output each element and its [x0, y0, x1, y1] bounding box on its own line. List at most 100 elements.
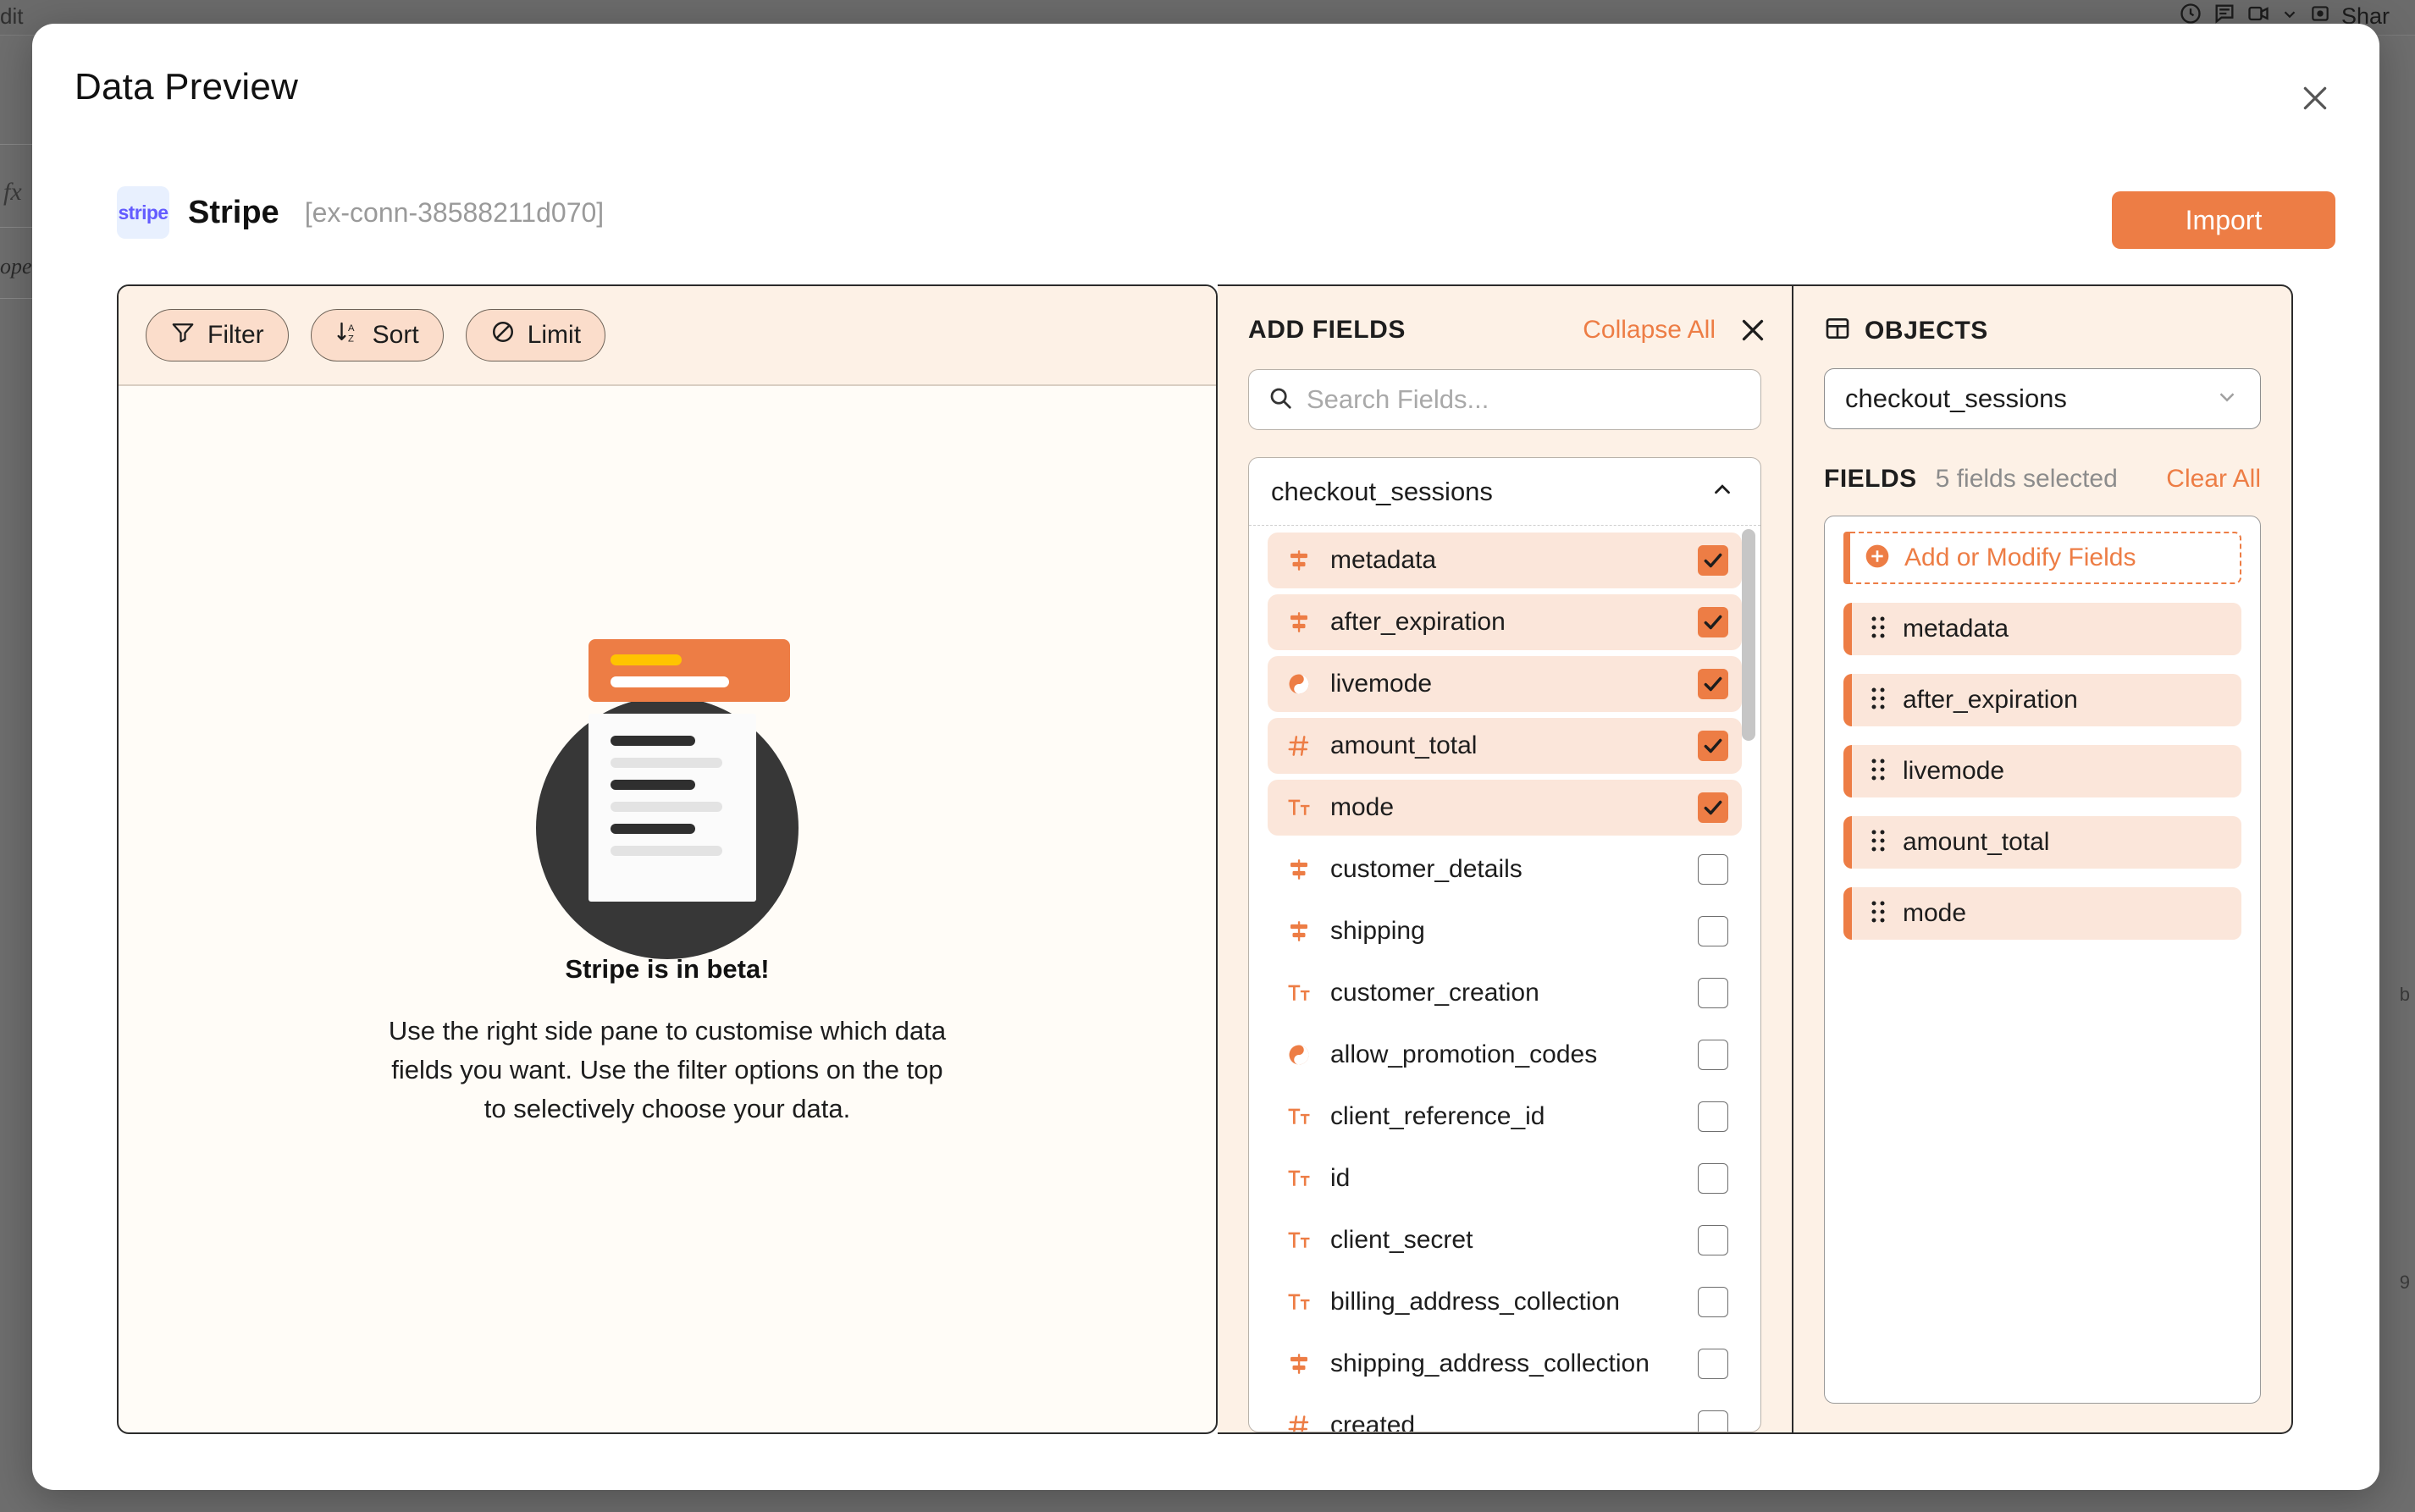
field-item-label: shipping	[1330, 917, 1425, 945]
import-button[interactable]: Import	[2112, 191, 2335, 249]
empty-state-illustration	[528, 639, 807, 960]
preview-pane: Filter A Z Sort Limit Stripe is in beta!…	[117, 284, 1218, 1434]
selected-field-chip[interactable]: after_expiration	[1843, 674, 2241, 726]
field-item-label: after_expiration	[1330, 608, 1506, 636]
selected-chip-list: metadata after_expiration livemode amount_t…	[1843, 603, 2241, 940]
add-or-modify-fields-button[interactable]: Add or Modify Fields	[1843, 532, 2241, 584]
field-item[interactable]: client_reference_id	[1268, 1089, 1742, 1145]
field-item[interactable]: shipping_address_collection	[1268, 1336, 1742, 1392]
field-item[interactable]: metadata	[1268, 533, 1742, 588]
field-item-label: customer_details	[1330, 855, 1522, 883]
field-checkbox[interactable]	[1698, 1410, 1728, 1432]
chevron-down-icon	[2214, 384, 2240, 414]
field-item[interactable]: livemode	[1268, 656, 1742, 712]
close-icon[interactable]	[1738, 315, 1768, 345]
field-checkbox[interactable]	[1698, 1287, 1728, 1317]
field-item-label: metadata	[1330, 546, 1437, 574]
field-checkbox[interactable]	[1698, 1163, 1728, 1194]
field-checkbox[interactable]	[1698, 978, 1728, 1008]
field-item[interactable]: amount_total	[1268, 718, 1742, 774]
field-checkbox[interactable]	[1698, 607, 1728, 637]
background-operand-text: ope	[0, 254, 32, 279]
field-checkbox[interactable]	[1698, 854, 1728, 885]
data-preview-modal: Data Preview stripe Stripe [ex-conn-3858…	[32, 24, 2379, 1490]
add-or-modify-fields-label: Add or Modify Fields	[1904, 544, 2136, 571]
field-checkbox[interactable]	[1698, 1101, 1728, 1132]
number-type-icon	[1286, 733, 1322, 759]
sort-button[interactable]: A Z Sort	[310, 309, 444, 361]
field-checkbox[interactable]	[1698, 545, 1728, 576]
field-checkbox[interactable]	[1698, 731, 1728, 761]
field-item[interactable]: customer_creation	[1268, 965, 1742, 1021]
fields-count: 5 fields selected	[1935, 465, 2118, 493]
drag-handle-icon[interactable]	[1869, 828, 1887, 858]
chevron-up-icon[interactable]	[1710, 477, 1735, 506]
sort-label: Sort	[372, 321, 419, 349]
field-list: metadata after_expiration livemode amount_t…	[1249, 526, 1760, 1432]
boolean-type-icon	[1286, 1042, 1322, 1068]
background-menu-text: dit	[0, 3, 24, 29]
selected-field-label: amount_total	[1903, 828, 2050, 856]
field-checkbox[interactable]	[1698, 1349, 1728, 1379]
empty-state-body: Use the right side pane to customise whi…	[388, 1016, 947, 1123]
connector-id: [ex-conn-38588211d070]	[304, 196, 605, 228]
selected-field-label: after_expiration	[1903, 686, 2078, 714]
preview-toolbar: Filter A Z Sort Limit	[119, 286, 1216, 386]
drag-handle-icon[interactable]	[1869, 757, 1887, 786]
selected-field-chip[interactable]: mode	[1843, 887, 2241, 940]
field-item[interactable]: customer_details	[1268, 842, 1742, 897]
field-checkbox[interactable]	[1698, 916, 1728, 946]
filter-label: Filter	[207, 321, 264, 349]
svg-text:Z: Z	[348, 334, 354, 344]
objects-pane: OBJECTS checkout_sessions FIELDS 5 field…	[1793, 284, 2293, 1434]
search-fields-container[interactable]	[1248, 369, 1761, 430]
selected-field-chip[interactable]: amount_total	[1843, 816, 2241, 869]
text-type-icon	[1286, 980, 1322, 1006]
collapse-all-button[interactable]: Collapse All	[1583, 316, 1716, 345]
field-item[interactable]: after_expiration	[1268, 594, 1742, 650]
field-list-scrollbar[interactable]	[1742, 529, 1755, 741]
field-item[interactable]: billing_address_collection	[1268, 1274, 1742, 1330]
limit-button[interactable]: Limit	[465, 309, 606, 361]
search-icon	[1268, 385, 1293, 415]
search-input[interactable]	[1307, 384, 1742, 415]
field-item-label: client_reference_id	[1330, 1102, 1545, 1130]
object-type-icon	[1286, 857, 1322, 882]
funnel-icon	[170, 319, 196, 351]
drag-handle-icon[interactable]	[1869, 899, 1887, 929]
selected-field-chip[interactable]: livemode	[1843, 745, 2241, 797]
field-checkbox[interactable]	[1698, 669, 1728, 699]
field-item-label: billing_address_collection	[1330, 1288, 1620, 1316]
field-checkbox[interactable]	[1698, 1040, 1728, 1070]
field-item[interactable]: allow_promotion_codes	[1268, 1027, 1742, 1083]
fields-label: FIELDS	[1824, 465, 1917, 493]
drag-handle-icon[interactable]	[1869, 615, 1887, 644]
field-item[interactable]: created	[1268, 1398, 1742, 1432]
plus-circle-icon	[1864, 543, 1891, 574]
drag-handle-icon[interactable]	[1869, 686, 1887, 715]
boolean-type-icon	[1286, 671, 1322, 697]
connector-name: Stripe	[188, 194, 279, 230]
filter-button[interactable]: Filter	[146, 309, 289, 361]
close-icon[interactable]	[2296, 80, 2334, 117]
field-item[interactable]: client_secret	[1268, 1212, 1742, 1268]
field-checkbox[interactable]	[1698, 792, 1728, 823]
field-group-header[interactable]: checkout_sessions	[1249, 458, 1760, 526]
field-item[interactable]: mode	[1268, 780, 1742, 836]
selected-field-label: mode	[1903, 899, 1967, 927]
selected-field-label: livemode	[1903, 757, 2005, 785]
field-item[interactable]: shipping	[1268, 903, 1742, 959]
modal-body: Filter A Z Sort Limit Stripe is in beta!…	[117, 284, 2293, 1434]
text-type-icon	[1286, 1289, 1322, 1315]
selected-field-chip[interactable]: metadata	[1843, 603, 2241, 655]
table-icon	[1824, 315, 1851, 346]
text-type-icon	[1286, 1166, 1322, 1191]
field-checkbox[interactable]	[1698, 1225, 1728, 1255]
field-item[interactable]: id	[1268, 1151, 1742, 1206]
object-select-value: checkout_sessions	[1845, 384, 2067, 413]
object-select[interactable]: checkout_sessions	[1824, 368, 2261, 429]
text-type-icon	[1286, 1228, 1322, 1253]
object-type-icon	[1286, 548, 1322, 573]
formula-icon: fx	[3, 178, 22, 206]
clear-all-button[interactable]: Clear All	[2166, 465, 2261, 494]
